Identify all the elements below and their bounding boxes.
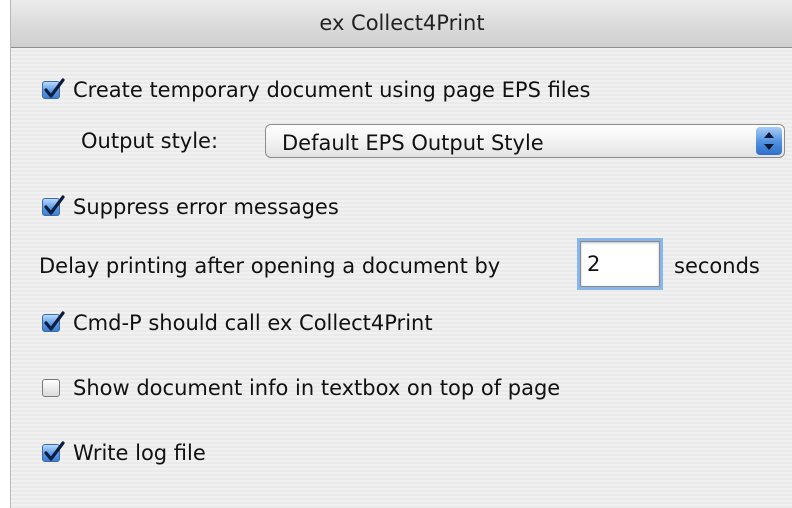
suppress-errors-label[interactable]: Suppress error messages [73,195,339,219]
window-title: ex Collect4Print [319,11,485,35]
show-doc-info-label[interactable]: Show document info in textbox on top of … [73,376,560,400]
suppress-errors-checkbox[interactable] [42,195,65,216]
create-temp-doc-label[interactable]: Create temporary document using page EPS… [73,78,591,102]
delay-seconds-value: 2 [587,252,601,276]
updown-arrows-icon [756,127,782,155]
preferences-window: ex Collect4Print Create temporary docume… [10,0,792,508]
cmd-p-checkbox[interactable] [42,311,65,332]
output-style-value: Default EPS Output Style [282,131,544,155]
checkmark-icon [44,78,65,98]
show-doc-info-checkbox[interactable] [42,379,60,397]
output-style-select[interactable]: Default EPS Output Style [265,124,785,158]
write-log-checkbox[interactable] [42,441,65,462]
create-temp-doc-checkbox[interactable] [42,78,65,99]
write-log-label[interactable]: Write log file [73,441,206,465]
title-bar[interactable]: ex Collect4Print [11,0,792,48]
delay-label: Delay printing after opening a document … [39,254,501,278]
output-style-label: Output style: [81,129,219,153]
checkmark-icon [44,441,65,461]
delay-unit-label: seconds [674,254,760,278]
delay-seconds-input[interactable]: 2 [580,241,660,287]
checkmark-icon [44,311,65,331]
checkmark-icon [44,195,65,215]
cmd-p-label[interactable]: Cmd-P should call ex Collect4Print [73,311,433,335]
